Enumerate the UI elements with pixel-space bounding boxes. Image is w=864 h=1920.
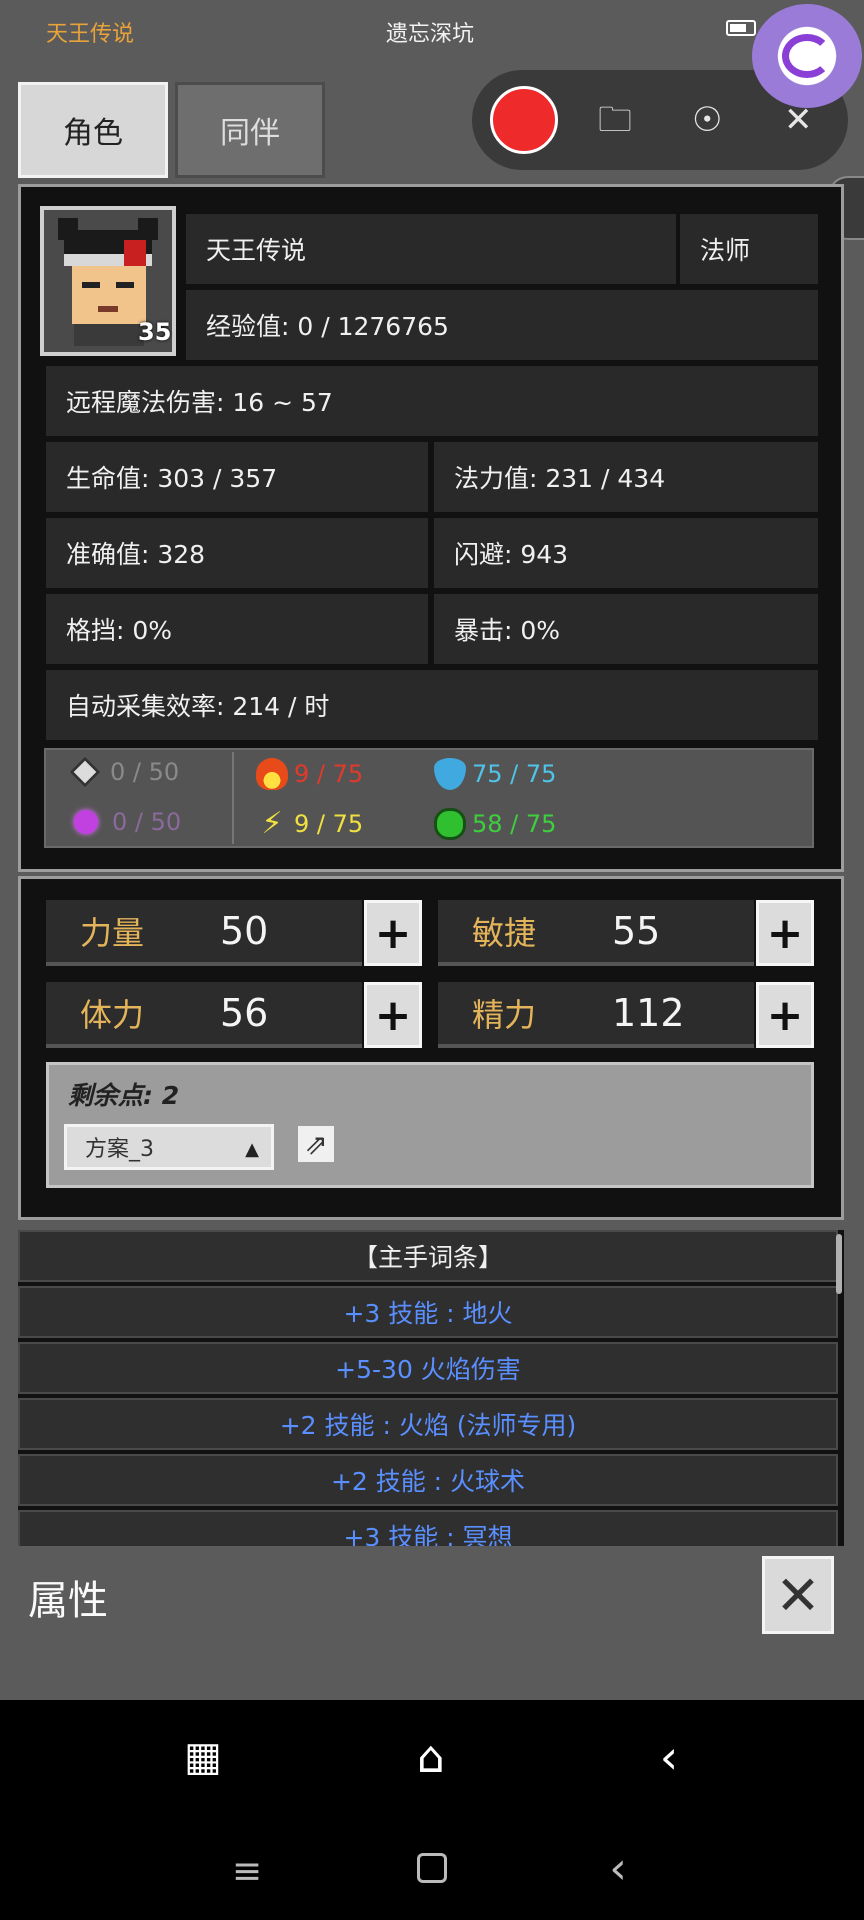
level-badge: 35 <box>138 318 172 346</box>
attribute-name: 力量 <box>80 914 145 952</box>
list-item: +5-30 火焰伤害 <box>18 1342 838 1394</box>
home-icon[interactable]: ⌂ <box>406 1732 456 1783</box>
accuracy-stat: 准确值: 328 <box>46 518 428 588</box>
attribute-strength: 力量 50 <box>46 900 362 966</box>
grid-menu-icon[interactable]: ▦ <box>178 1732 228 1782</box>
tab-partner[interactable]: 同伴 <box>175 82 325 178</box>
plan-select-value: 方案_3 <box>85 1137 154 1162</box>
character-class: 法师 <box>680 214 818 284</box>
experience: 经验值: 0 / 1276765 <box>186 290 818 360</box>
list-item: +3 技能 : 地火 <box>18 1286 838 1338</box>
poison-icon <box>434 808 466 840</box>
list-item: +3 技能 : 冥想 <box>18 1510 838 1546</box>
page-title: 属性 <box>28 1578 108 1624</box>
map-name: 遗忘深坑 <box>386 22 475 47</box>
affix-scrollbar[interactable] <box>836 1234 842 1294</box>
gather-rate: 自动采集效率: 214 / 时 <box>46 670 818 740</box>
attribute-name: 体力 <box>80 996 145 1034</box>
ranged-magic-damage: 远程魔法伤害: 16 ~ 57 <box>46 366 818 436</box>
fire-icon <box>256 758 288 790</box>
crit-stat: 暴击: 0% <box>434 594 818 664</box>
resistance-lightning: ⚡ 9 / 75 <box>256 808 363 840</box>
chevron-up-icon: ▲ <box>245 1139 259 1160</box>
attribute-name: 敏捷 <box>472 914 537 952</box>
settings-icon[interactable]: ☉ <box>692 100 722 140</box>
water-icon <box>434 758 466 790</box>
record-button[interactable] <box>490 86 558 154</box>
resistance-water: 75 / 75 <box>434 758 556 790</box>
resistance-poison: 58 / 75 <box>434 808 556 840</box>
list-item: +2 技能 : 火球术 <box>18 1454 838 1506</box>
remaining-points-label: 剩余点: 2 <box>68 1081 180 1110</box>
back-icon[interactable]: ‹ <box>644 1730 694 1784</box>
system-back-icon[interactable]: ‹ <box>596 1843 640 1894</box>
recents-icon[interactable]: ≡ <box>222 1846 272 1896</box>
add-stamina-button[interactable]: + <box>364 982 422 1048</box>
assistant-logo-icon <box>782 34 832 78</box>
character-name: 天王传说 <box>186 214 676 284</box>
export-icon[interactable]: ⇗ <box>298 1126 334 1162</box>
plan-select[interactable]: 方案_3 ▲ <box>64 1124 274 1170</box>
attribute-agility: 敏捷 55 <box>438 900 754 966</box>
resistance-physical: 0 / 50 <box>69 756 179 788</box>
add-agility-button[interactable]: + <box>756 900 814 966</box>
attribute-energy: 精力 112 <box>438 982 754 1048</box>
physical-icon <box>69 756 101 788</box>
arcane-icon <box>74 810 98 834</box>
affix-header: 【主手词条】 <box>18 1230 838 1282</box>
resistance-fire: 9 / 75 <box>256 758 363 790</box>
close-button[interactable]: ✕ <box>762 1556 834 1634</box>
hp-stat: 生命值: 303 / 357 <box>46 442 428 512</box>
attribute-name: 精力 <box>472 996 537 1034</box>
add-energy-button[interactable]: + <box>756 982 814 1048</box>
attribute-value: 55 <box>612 909 661 953</box>
attribute-value: 56 <box>220 991 269 1035</box>
battery-icon <box>726 20 756 36</box>
attribute-stamina: 体力 56 <box>46 982 362 1048</box>
resistance-divider <box>232 752 234 844</box>
folder-icon[interactable]: 🗀 <box>598 100 632 140</box>
add-strength-button[interactable]: + <box>364 900 422 966</box>
list-item: +2 技能 : 火焰 (法师专用) <box>18 1398 838 1450</box>
attribute-value: 50 <box>220 909 269 953</box>
lightning-icon: ⚡ <box>261 806 283 841</box>
game-name: 天王传说 <box>46 22 135 47</box>
mp-stat: 法力值: 231 / 434 <box>434 442 818 512</box>
resistance-arcane: 0 / 50 <box>74 808 181 836</box>
affix-list[interactable]: 【主手词条】 +3 技能 : 地火 +5-30 火焰伤害 +2 技能 : 火焰 … <box>18 1230 844 1546</box>
block-stat: 格挡: 0% <box>46 594 428 664</box>
tab-role[interactable]: 角色 <box>18 82 168 178</box>
dodge-stat: 闪避: 943 <box>434 518 818 588</box>
attribute-value: 112 <box>612 991 685 1035</box>
system-home-icon[interactable] <box>410 1846 454 1890</box>
